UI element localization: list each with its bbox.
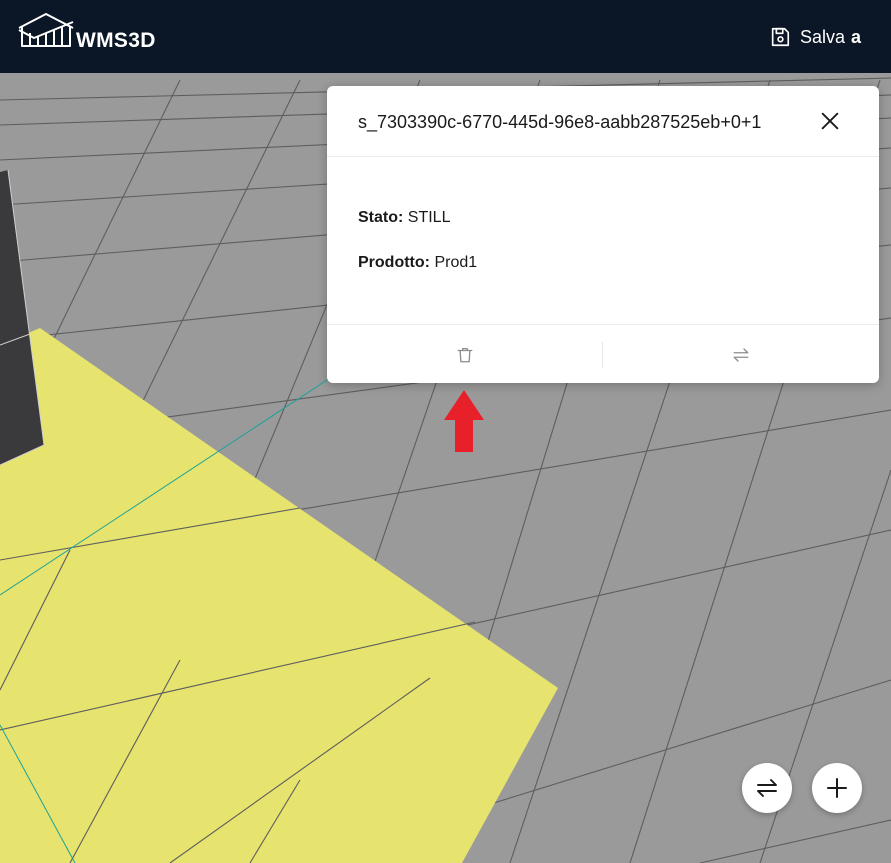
floppy-disk-icon	[771, 27, 790, 47]
user-name: a	[850, 26, 861, 47]
save-label: Salva	[799, 26, 845, 47]
red-arrow-annotation	[444, 390, 484, 452]
product-value: Prod1	[434, 254, 478, 271]
panel-actions	[327, 325, 879, 384]
warehouse-icon	[18, 13, 74, 47]
swap-view-button[interactable]	[742, 763, 792, 813]
app-name: WMS3D	[76, 29, 156, 52]
app-logo[interactable]: WMS3D	[16, 8, 166, 64]
swap-arrows-icon	[733, 347, 748, 362]
add-button[interactable]	[812, 763, 862, 813]
top-bar: WMS3D Salva a	[0, 0, 891, 73]
swap-arrows-icon	[757, 779, 777, 797]
close-icon[interactable]	[819, 110, 841, 132]
panel-body: Stato: STILL Prodotto: Prod1	[327, 157, 879, 325]
delete-button[interactable]	[327, 325, 602, 384]
panel-title: s_7303390c-6770-445d-96e8-aabb287525eb+0…	[358, 112, 762, 132]
status-row: Stato: STILL	[358, 209, 450, 227]
trash-icon	[457, 347, 472, 362]
save-button[interactable]: Salva a	[769, 24, 861, 50]
move-button[interactable]	[603, 325, 878, 384]
product-label: Prodotto:	[358, 254, 430, 271]
item-detail-panel: s_7303390c-6770-445d-96e8-aabb287525eb+0…	[327, 86, 879, 383]
product-row: Prodotto: Prod1	[358, 254, 477, 272]
status-value: STILL	[407, 209, 451, 226]
panel-header: s_7303390c-6770-445d-96e8-aabb287525eb+0…	[327, 86, 879, 157]
status-label: Stato:	[358, 209, 404, 226]
plus-icon	[827, 778, 847, 798]
